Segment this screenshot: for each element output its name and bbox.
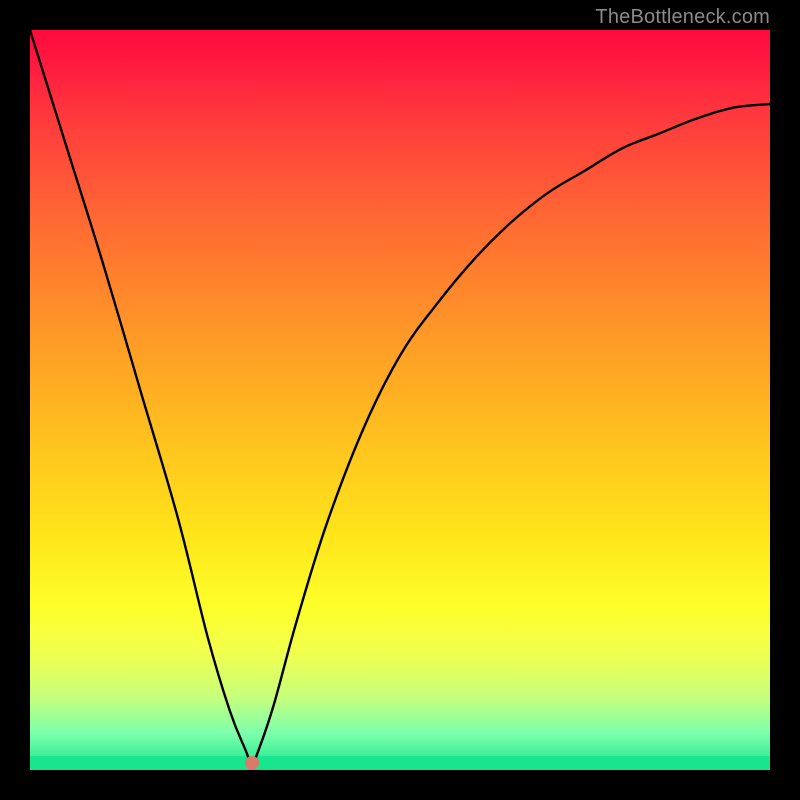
- watermark-text: TheBottleneck.com: [595, 6, 770, 29]
- plot-area: [30, 30, 770, 770]
- chart-frame: TheBottleneck.com: [0, 0, 800, 800]
- bottleneck-curve: [30, 30, 770, 770]
- minimum-point-dot: [245, 756, 259, 770]
